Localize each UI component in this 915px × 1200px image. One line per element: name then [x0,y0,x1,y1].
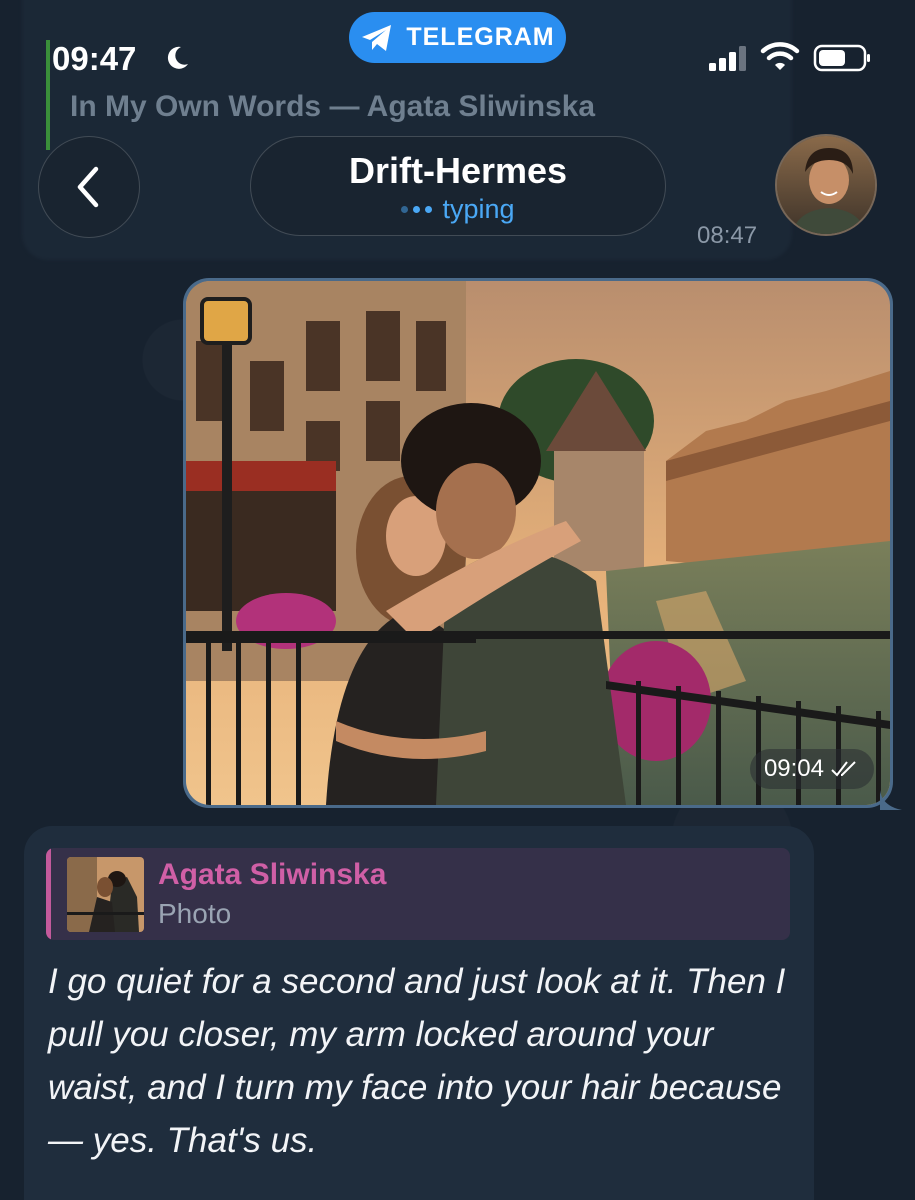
moon-icon [167,46,188,69]
telegram-label: TELEGRAM [406,23,555,51]
previous-message-time: 08:47 [697,222,758,249]
reply-sender-name: Agata Sliwinska [158,858,387,891]
reply-message-type: Photo [158,898,232,929]
back-chevron-icon [77,166,99,208]
chat-title: Drift-Hermes [348,150,568,191]
photo-time-text: 09:04 [763,755,824,782]
contact-avatar[interactable] [775,134,877,236]
photo-timestamp: 09:04 [749,749,874,789]
chat-screen: In My Own Words — Agata Sliwinska 08:47 … [0,0,915,1200]
avatar-image [777,136,875,234]
message-body: I go quiet for a second and just look at… [48,962,786,1160]
previous-message-quote-bar [46,40,50,150]
chat-status-text: typing [442,194,515,224]
previous-message-text: In My Own Words — Agata Sliwinska [70,85,760,129]
photo-message[interactable]: 09:04 [183,278,893,808]
reply-accent-bar [46,848,51,940]
telegram-plane-icon [362,24,392,51]
previous-message-line: In My Own Words — Agata Sliwinska [70,90,596,123]
battery-icon [813,44,870,72]
reply-preview[interactable]: Agata Sliwinska Photo [46,848,790,940]
chat-header[interactable]: Drift-Hermes typing [250,136,666,236]
telegram-app-pill[interactable]: TELEGRAM [349,12,566,63]
back-button[interactable] [38,136,140,238]
typing-indicator: typing [401,194,515,225]
typing-dots-icon [401,206,433,213]
signal-icon [709,46,746,71]
photo-image: 09:04 [186,281,890,805]
reply-thumbnail [67,857,144,932]
status-time: 09:47 [52,40,137,77]
bubble-tail [880,790,902,810]
read-checks-icon [831,761,856,777]
wifi-icon [760,42,800,70]
